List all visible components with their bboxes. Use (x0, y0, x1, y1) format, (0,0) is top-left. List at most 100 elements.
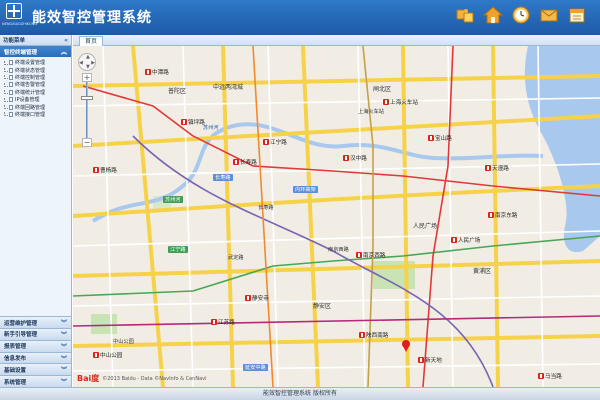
app-header: NENGXIAOZHIKONG 能效智控管理系统 (0, 0, 600, 35)
metro-station[interactable]: 上海火车站 (383, 98, 418, 106)
metro-icon (418, 357, 424, 363)
metro-station-label: 新天地 (425, 358, 442, 364)
metro-station-label: 马当路 (545, 374, 562, 380)
menu-label: 新手引导管理 (4, 332, 38, 339)
tree-item[interactable]: 终端告警管理 (4, 81, 71, 88)
metro-icon (485, 165, 491, 171)
zoom-thumb[interactable] (81, 96, 93, 100)
menu-guide[interactable]: 新手引导管理 ︾ (0, 328, 71, 340)
pan-control[interactable]: ▲ ◀ ▶ ▼ (78, 53, 96, 71)
road-tag: 延安中路 (243, 364, 268, 371)
sidebar-section-terminal[interactable]: 智控终端管理 ︽ (0, 46, 71, 57)
zoom-slider[interactable] (78, 82, 98, 138)
baidu-logo: Bai度 (77, 374, 100, 383)
metro-icon (263, 139, 269, 145)
road-tag: 江宁路 (168, 246, 188, 253)
metro-station-label: 曹杨路 (100, 168, 117, 174)
metro-station[interactable]: 中山公园 (93, 351, 122, 359)
tree-item-label: 终端告警管理 (15, 82, 46, 89)
metro-station[interactable]: 新天地 (418, 356, 442, 364)
menu-label: 报表管理 (4, 344, 27, 351)
map-canvas[interactable] (73, 46, 600, 387)
menu-system[interactable]: 系统管理 ︾ (0, 375, 71, 387)
home-button[interactable] (480, 3, 506, 27)
map-label: 中山公园 (113, 339, 134, 345)
metro-station-label: 南京西路 (363, 253, 386, 259)
road-tag: 内环高架 (293, 186, 318, 193)
metro-station[interactable]: 静安寺 (245, 294, 269, 302)
tree-item[interactable]: 终端控制管理 (4, 74, 71, 81)
map-label: 闸北区 (373, 86, 392, 93)
road-tag: 长寿路 (213, 174, 233, 181)
app-logo: NENGXIAOZHIKONG (2, 3, 37, 29)
mail-button[interactable] (536, 3, 562, 27)
menu-reports[interactable]: 报表管理 ︾ (0, 339, 71, 352)
zoom-track (86, 82, 88, 138)
menu-publish[interactable]: 信息发布 ︾ (0, 351, 71, 364)
collapse-sidebar-icon[interactable]: « (64, 37, 68, 44)
metro-station[interactable]: 江宁路 (263, 138, 287, 146)
metro-icon (488, 212, 494, 218)
calendar-button[interactable] (564, 3, 590, 27)
chevron-down-icon: ︾ (60, 355, 67, 363)
header-toolbar (452, 3, 590, 27)
menu-basic-settings[interactable]: 基础设置 ︾ (0, 363, 71, 376)
arrow-up-icon[interactable]: ▲ (86, 54, 90, 60)
tree-line (4, 97, 8, 102)
metro-station[interactable]: 镇坪路 (181, 118, 205, 126)
metro-station[interactable]: 人民广场 (451, 236, 480, 244)
home-icon (483, 6, 503, 24)
metro-icon (356, 252, 362, 258)
arrow-left-icon[interactable]: ◀ (79, 60, 83, 66)
metro-station[interactable]: 南京东路 (488, 211, 517, 219)
metro-station[interactable]: 汉中路 (343, 154, 367, 162)
sidebar-section-label: 智控终端管理 (4, 49, 38, 56)
metro-station[interactable]: 江苏路 (211, 318, 235, 326)
chevron-down-icon: ︾ (60, 320, 67, 328)
puzzle-button[interactable] (452, 3, 478, 27)
menu-label: 运营维护管理 (4, 320, 38, 327)
metro-station[interactable]: 宝山路 (428, 134, 452, 142)
arrow-right-icon[interactable]: ▶ (91, 60, 95, 66)
tree-item[interactable]: 终端接口管理 (4, 111, 71, 118)
map-copyright: ©2013 Baidu - Data ©NavInfo & CenNavi (102, 375, 207, 382)
tree-item[interactable]: 终端设置管理 (4, 59, 71, 66)
tree-item[interactable]: 终端状态管理 (4, 66, 71, 74)
road-tag: 苏州河 (163, 196, 183, 203)
tab-home[interactable]: 首页 (79, 36, 104, 46)
metro-station[interactable]: 天潼路 (485, 164, 509, 172)
metro-station[interactable]: 南京西路 (356, 251, 385, 259)
zoom-in-button[interactable]: + (82, 73, 92, 82)
zoom-out-button[interactable]: − (82, 138, 92, 147)
document-icon (9, 89, 13, 95)
map-label: 人民广场 (413, 223, 438, 230)
logo-mark-icon (6, 3, 22, 19)
metro-icon (93, 352, 99, 358)
menu-label: 系统管理 (4, 379, 27, 386)
tree-item[interactable]: 终端回路管理 (4, 103, 71, 111)
metro-station[interactable]: 马当路 (538, 372, 562, 380)
map-view[interactable]: ▲ ◀ ▶ ▼ + − 苏州河 中远两湾城 长寿路 普陀区 闸北区 静安区 人民… (73, 46, 600, 387)
metro-station-label: 静安寺 (252, 296, 269, 302)
metro-station[interactable]: 曹杨路 (93, 166, 117, 174)
tree-line (4, 90, 8, 95)
tree-item[interactable]: 终端统计管理 (4, 89, 71, 96)
map-label: 普陀区 (168, 88, 187, 95)
metro-station-label: 镇坪路 (188, 120, 205, 126)
tree-line (4, 68, 8, 73)
metro-station[interactable]: 长寿路 (233, 158, 257, 166)
map-label: 南京西路 (328, 247, 349, 253)
metro-station-label: 汉中路 (350, 156, 367, 162)
tree-item-label: IP设备管理 (15, 97, 40, 104)
chevron-down-icon: ︾ (60, 343, 67, 351)
tree-item-label: 终端回路管理 (15, 104, 46, 111)
menu-label: 信息发布 (4, 356, 27, 362)
metro-station[interactable]: 中潭路 (145, 68, 169, 76)
map-label: 上海火车站 (358, 109, 384, 115)
clock-button[interactable] (508, 3, 534, 27)
tree-item[interactable]: IP设备管理 (4, 96, 71, 103)
metro-station[interactable]: 陕西南路 (359, 331, 388, 339)
arrow-down-icon[interactable]: ▼ (86, 64, 90, 70)
major-roads (73, 46, 600, 387)
menu-operations[interactable]: 运营维护管理 ︾ (0, 316, 71, 329)
